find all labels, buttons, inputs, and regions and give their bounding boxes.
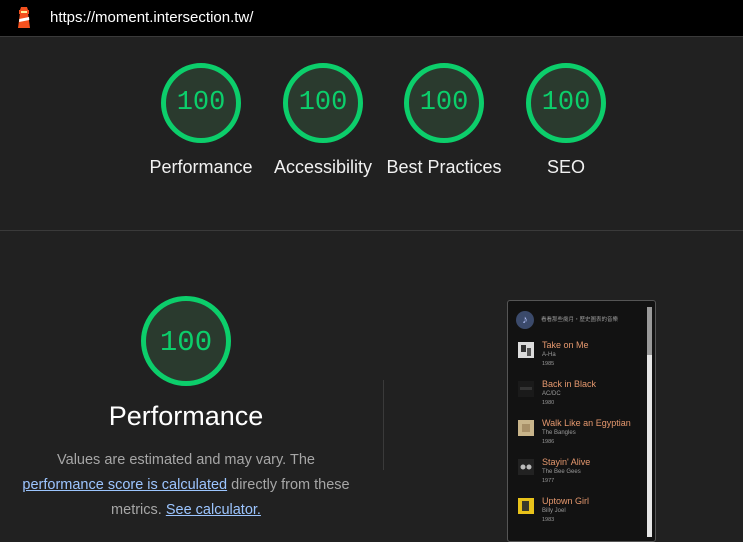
score-ring: 100 (283, 63, 363, 143)
section-divider (0, 230, 743, 231)
lighthouse-icon (18, 7, 30, 28)
album-cover-icon (518, 420, 534, 436)
vertical-divider (383, 380, 384, 470)
see-calculator-link[interactable]: See calculator. (166, 502, 261, 518)
song-item: Stayin' Alive The Bee Gees 1977 (516, 457, 646, 491)
song-item: Walk Like an Egyptian The Bangles 1986 (516, 418, 646, 452)
score-calculated-link[interactable]: performance score is calculated (22, 477, 227, 493)
song-item: Take on Me A-Ha 1985 (516, 340, 646, 374)
gauge-label: Performance (149, 157, 253, 177)
gauge-label: Accessibility (273, 157, 373, 177)
final-screenshot-thumbnail[interactable]: ♪ 看看那些歲月・歷史圖表的音樂 Take on Me A-Ha 1985 Ba… (507, 300, 656, 542)
score-value: 100 (541, 88, 591, 118)
desc-text-1: Values are estimated and may vary. The (57, 452, 315, 468)
performance-score: 100 (159, 326, 213, 359)
page-url[interactable]: https://moment.intersection.tw/ (50, 9, 253, 26)
song-item: Back in Black AC/DC 1980 (516, 379, 646, 413)
album-cover-icon (518, 459, 534, 475)
score-value: 100 (419, 88, 469, 118)
song-item: Uptown Girl Billy Joel 1983 (516, 496, 646, 530)
song-title: Uptown Girl (542, 496, 590, 506)
performance-description: Values are estimated and may vary. The p… (8, 448, 364, 523)
song-year: 1986 (542, 439, 555, 445)
top-bar: https://moment.intersection.tw/ (0, 0, 743, 37)
song-title: Stayin' Alive (542, 457, 591, 467)
song-title: Back in Black (542, 379, 597, 389)
score-value: 100 (298, 88, 348, 118)
album-cover-icon (518, 381, 534, 397)
song-title: Walk Like an Egyptian (542, 418, 631, 428)
score-ring: 100 (404, 63, 484, 143)
score-value: 100 (176, 88, 226, 118)
song-artist: A-Ha (542, 352, 556, 358)
song-title: Take on Me (542, 340, 589, 350)
song-year: 1977 (542, 478, 555, 484)
song-year: 1980 (542, 400, 555, 406)
song-artist: AC/DC (542, 391, 561, 397)
score-ring: 100 (161, 63, 241, 143)
thumbnail-title: 看看那些歲月・歷史圖表的音樂 (541, 317, 619, 323)
music-note-icon: ♪ (516, 311, 534, 329)
song-year: 1985 (542, 361, 555, 367)
gauge-label: Best Practices (386, 157, 502, 177)
song-year: 1983 (542, 517, 555, 523)
gauge-label: SEO (546, 157, 585, 177)
song-artist: The Bangles (542, 430, 576, 436)
album-cover-icon (518, 498, 534, 514)
album-cover-icon (518, 342, 534, 358)
score-ring: 100 (526, 63, 606, 143)
performance-title: Performance (108, 401, 264, 431)
song-artist: Billy Joel (542, 508, 566, 514)
song-artist: The Bee Gees (542, 469, 581, 475)
performance-score-ring: 100 (141, 296, 231, 386)
